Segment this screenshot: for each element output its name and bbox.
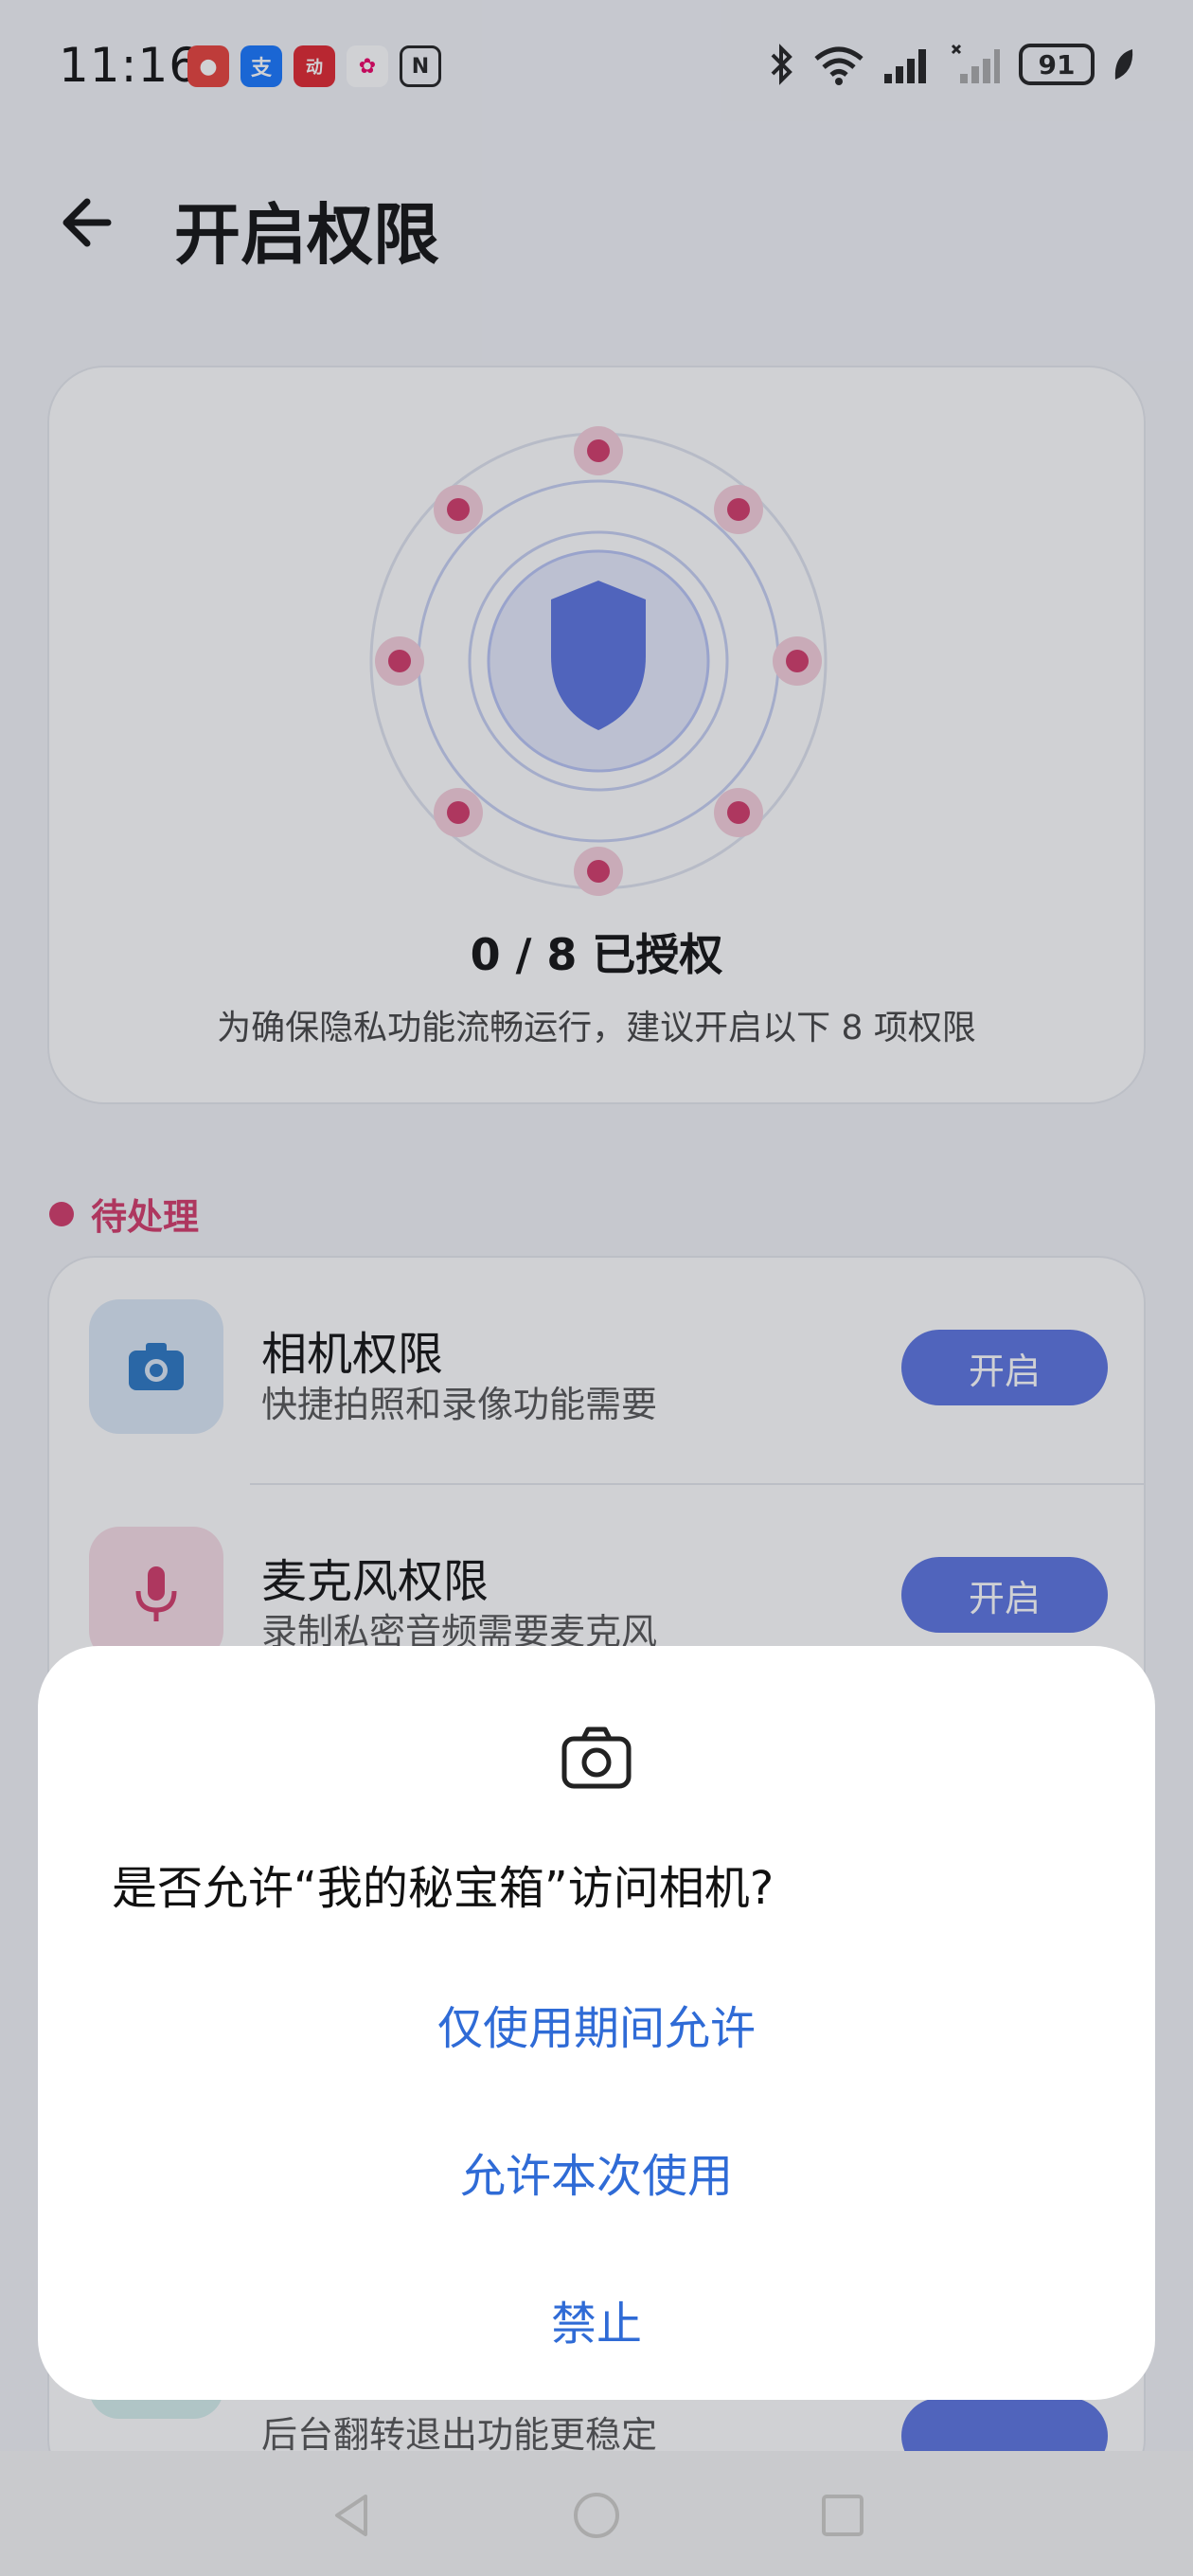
- camera-outline-icon: [561, 1726, 632, 1789]
- allow-this-time-button[interactable]: 允许本次使用: [38, 2138, 1155, 2205]
- home-circle-icon[interactable]: [570, 2489, 623, 2542]
- permission-dialog: 是否允许“我的秘宝箱”访问相机? 仅使用期间允许 允许本次使用 禁止: [38, 1646, 1155, 2400]
- navigation-bar: [0, 2451, 1193, 2576]
- back-triangle-icon[interactable]: [326, 2489, 379, 2542]
- recents-square-icon[interactable]: [816, 2489, 869, 2542]
- screen: 11:16 ● 支 动 ✿ N 91 开启权限 0 / 8 已授权 为确保隐私功…: [0, 0, 1193, 2576]
- allow-while-using-button[interactable]: 仅使用期间允许: [38, 1991, 1155, 2057]
- deny-button[interactable]: 禁止: [38, 2286, 1155, 2352]
- dialog-title: 是否允许“我的秘宝箱”访问相机?: [112, 1862, 775, 1915]
